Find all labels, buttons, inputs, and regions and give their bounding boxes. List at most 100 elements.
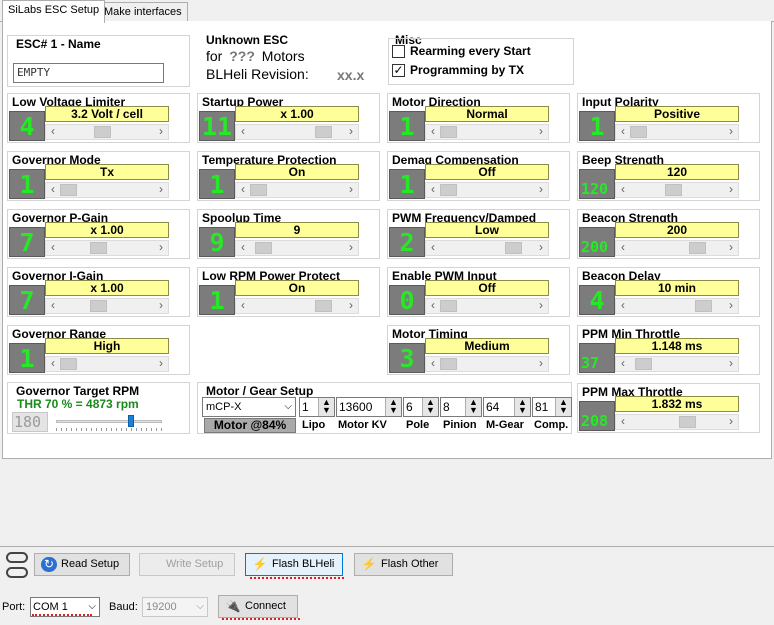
spin-updown-icon[interactable]: ▲ ▼ xyxy=(385,398,401,416)
scrollbar-thumb[interactable] xyxy=(665,184,682,196)
chevron-left-icon[interactable]: ‹ xyxy=(46,183,60,197)
setting-scrollbar[interactable]: ‹ › xyxy=(615,240,739,256)
chevron-right-icon[interactable]: › xyxy=(534,183,548,197)
chevron-right-icon[interactable]: › xyxy=(154,357,168,371)
setting-scrollbar[interactable]: ‹ › xyxy=(425,240,549,256)
setting-scrollbar[interactable]: ‹ › xyxy=(235,298,359,314)
connect-button[interactable]: 🔌 Connect xyxy=(218,595,298,618)
chevron-right-icon[interactable]: › xyxy=(534,125,548,139)
chevron-left-icon[interactable]: ‹ xyxy=(616,357,630,371)
scrollbar-thumb[interactable] xyxy=(255,242,272,254)
chevron-right-icon[interactable]: › xyxy=(724,357,738,371)
chevron-right-icon[interactable]: › xyxy=(154,241,168,255)
scrollbar-thumb[interactable] xyxy=(440,184,457,196)
chevron-right-icon[interactable]: › xyxy=(154,299,168,313)
chevron-right-icon[interactable]: › xyxy=(724,183,738,197)
scrollbar-thumb[interactable] xyxy=(630,126,647,138)
spin-updown-icon[interactable]: ▲ ▼ xyxy=(318,398,334,416)
chevron-right-icon[interactable]: › xyxy=(344,125,358,139)
baud-select[interactable]: 19200 ⌵ xyxy=(142,597,208,617)
chevron-left-icon[interactable]: ‹ xyxy=(426,183,440,197)
model-select[interactable]: mCP-X ⌵ xyxy=(202,397,296,417)
read-setup-button[interactable]: ↻ Read Setup xyxy=(34,553,130,576)
esc-name-input[interactable]: EMPTY xyxy=(13,63,164,83)
setting-scrollbar[interactable]: ‹ › xyxy=(235,124,359,140)
chevron-right-icon[interactable]: › xyxy=(344,241,358,255)
rearming-checkbox[interactable] xyxy=(392,45,405,58)
write-setup-button[interactable]: Write Setup xyxy=(139,553,235,576)
setting-scrollbar[interactable]: ‹ › xyxy=(425,182,549,198)
chevron-left-icon[interactable]: ‹ xyxy=(616,183,630,197)
target-rpm-slider[interactable] xyxy=(56,415,162,431)
slider-thumb[interactable] xyxy=(128,415,134,427)
chevron-left-icon[interactable]: ‹ xyxy=(616,125,630,139)
chevron-right-icon[interactable]: › xyxy=(534,241,548,255)
scrollbar-thumb[interactable] xyxy=(90,300,107,312)
scrollbar-thumb[interactable] xyxy=(315,300,332,312)
tab-make-interfaces[interactable]: Make interfaces xyxy=(98,2,188,22)
pinion-stepper[interactable]: 8 ▲ ▼ xyxy=(440,397,482,417)
chevron-left-icon[interactable]: ‹ xyxy=(616,241,630,255)
chevron-left-icon[interactable]: ‹ xyxy=(426,241,440,255)
chevron-left-icon[interactable]: ‹ xyxy=(236,183,250,197)
lipo-stepper[interactable]: 1 ▲ ▼ xyxy=(299,397,335,417)
tab-silabs-esc-setup[interactable]: SiLabs ESC Setup xyxy=(2,0,106,23)
chevron-left-icon[interactable]: ‹ xyxy=(236,241,250,255)
scrollbar-thumb[interactable] xyxy=(90,242,107,254)
scrollbar-thumb[interactable] xyxy=(94,126,111,138)
chevron-right-icon[interactable]: › xyxy=(724,299,738,313)
setting-scrollbar[interactable]: ‹ › xyxy=(45,124,169,140)
scrollbar-thumb[interactable] xyxy=(695,300,712,312)
setting-scrollbar[interactable]: ‹ › xyxy=(45,356,169,372)
setting-scrollbar[interactable]: ‹ › xyxy=(615,414,739,430)
setting-scrollbar[interactable]: ‹ › xyxy=(45,298,169,314)
chevron-left-icon[interactable]: ‹ xyxy=(46,125,60,139)
scrollbar-thumb[interactable] xyxy=(315,126,332,138)
chevron-left-icon[interactable]: ‹ xyxy=(46,241,60,255)
setting-scrollbar[interactable]: ‹ › xyxy=(615,356,739,372)
scrollbar-thumb[interactable] xyxy=(250,184,267,196)
spin-updown-icon[interactable]: ▲ ▼ xyxy=(514,398,530,416)
programming-checkbox[interactable]: ✓ xyxy=(392,64,405,77)
setting-scrollbar[interactable]: ‹ › xyxy=(425,298,549,314)
spin-updown-icon[interactable]: ▲ ▼ xyxy=(465,398,481,416)
chevron-right-icon[interactable]: › xyxy=(724,125,738,139)
chevron-right-icon[interactable]: › xyxy=(344,183,358,197)
mgear-stepper[interactable]: 64 ▲ ▼ xyxy=(483,397,531,417)
scrollbar-thumb[interactable] xyxy=(635,358,652,370)
setting-scrollbar[interactable]: ‹ › xyxy=(615,182,739,198)
setting-scrollbar[interactable]: ‹ › xyxy=(45,240,169,256)
chevron-left-icon[interactable]: ‹ xyxy=(426,299,440,313)
scrollbar-thumb[interactable] xyxy=(679,416,696,428)
setting-scrollbar[interactable]: ‹ › xyxy=(425,356,549,372)
chevron-right-icon[interactable]: › xyxy=(534,357,548,371)
motor-kv-stepper[interactable]: 13600 ▲ ▼ xyxy=(336,397,402,417)
chevron-left-icon[interactable]: ‹ xyxy=(236,299,250,313)
chevron-left-icon[interactable]: ‹ xyxy=(46,299,60,313)
setting-scrollbar[interactable]: ‹ › xyxy=(425,124,549,140)
chevron-left-icon[interactable]: ‹ xyxy=(236,125,250,139)
chevron-left-icon[interactable]: ‹ xyxy=(46,357,60,371)
setting-scrollbar[interactable]: ‹ › xyxy=(615,124,739,140)
chevron-right-icon[interactable]: › xyxy=(724,241,738,255)
chevron-left-icon[interactable]: ‹ xyxy=(616,299,630,313)
chevron-left-icon[interactable]: ‹ xyxy=(616,415,630,429)
chevron-right-icon[interactable]: › xyxy=(154,183,168,197)
flash-blheli-button[interactable]: ⚡ Flash BLHeli xyxy=(245,553,343,576)
chevron-right-icon[interactable]: › xyxy=(154,125,168,139)
scrollbar-thumb[interactable] xyxy=(60,358,77,370)
chevron-right-icon[interactable]: › xyxy=(534,299,548,313)
comp-stepper[interactable]: 81 ▲ ▼ xyxy=(532,397,572,417)
chevron-right-icon[interactable]: › xyxy=(724,415,738,429)
scrollbar-thumb[interactable] xyxy=(505,242,522,254)
chevron-left-icon[interactable]: ‹ xyxy=(426,125,440,139)
scrollbar-thumb[interactable] xyxy=(440,300,457,312)
scrollbar-thumb[interactable] xyxy=(60,184,77,196)
setting-scrollbar[interactable]: ‹ › xyxy=(615,298,739,314)
scrollbar-thumb[interactable] xyxy=(440,126,457,138)
setting-scrollbar[interactable]: ‹ › xyxy=(45,182,169,198)
setting-scrollbar[interactable]: ‹ › xyxy=(235,182,359,198)
chevron-left-icon[interactable]: ‹ xyxy=(426,357,440,371)
chevron-right-icon[interactable]: › xyxy=(344,299,358,313)
pole-stepper[interactable]: 6 ▲ ▼ xyxy=(403,397,439,417)
